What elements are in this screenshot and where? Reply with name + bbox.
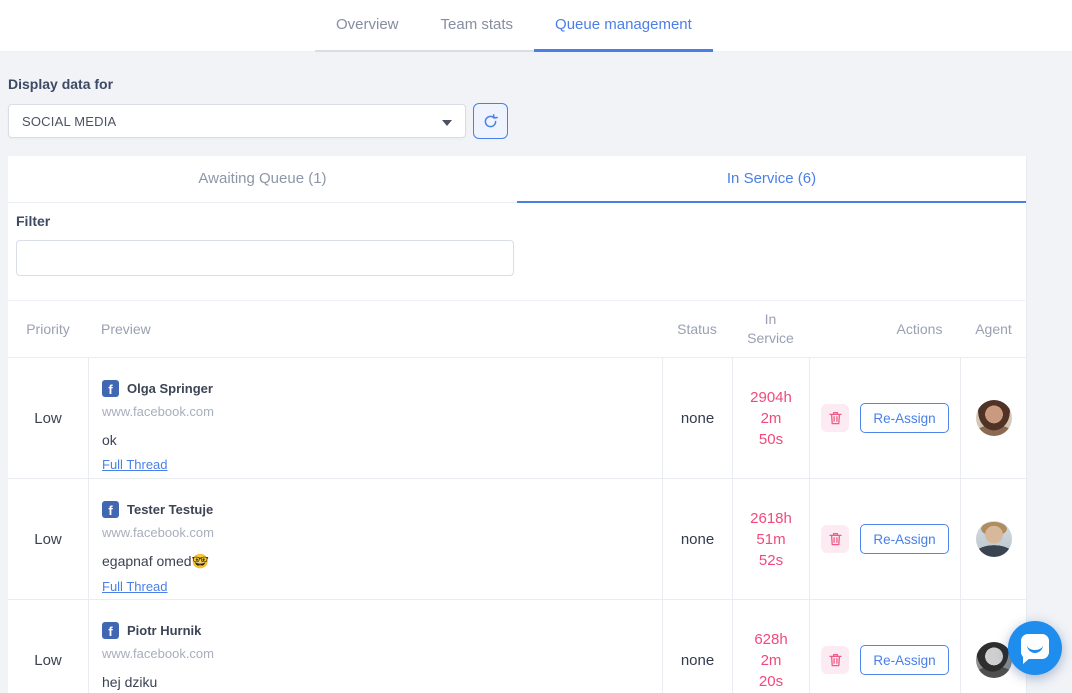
display-data-label: Display data for <box>8 76 114 92</box>
column-header-actions: Actions <box>896 321 943 337</box>
in-service-cell: 2618h 51m 52s <box>732 479 809 599</box>
top-navigation-bar: Overview Team stats Queue management <box>0 0 1072 52</box>
message-preview: ok <box>102 432 117 448</box>
message-preview: hej dziku <box>102 674 158 690</box>
queue-select-value: SOCIAL MEDIA <box>22 114 117 129</box>
queue-panel-tabs: Awaiting Queue (1) In Service (6) <box>8 156 1026 203</box>
source-url: www.facebook.com <box>102 525 214 540</box>
priority-cell: Low <box>34 651 62 669</box>
column-header-preview: Preview <box>101 321 151 337</box>
priority-cell: Low <box>34 530 62 548</box>
tab-team-stats[interactable]: Team stats <box>419 0 535 52</box>
tab-awaiting-queue[interactable]: Awaiting Queue (1) <box>8 156 517 203</box>
agent-avatar[interactable] <box>976 642 1012 678</box>
trash-icon <box>829 653 842 667</box>
tab-queue-management[interactable]: Queue management <box>534 0 713 52</box>
chevron-down-icon <box>442 120 452 126</box>
table-header: Priority Preview Status In Service Actio… <box>8 300 1027 358</box>
message-preview: egapnaf omed🤓 <box>102 553 209 569</box>
refresh-button[interactable] <box>473 103 508 139</box>
facebook-icon: f <box>102 622 119 639</box>
table-row: Low f Piotr Hurnik www.facebook.com hej … <box>8 600 1027 693</box>
customer-name: Tester Testuje <box>127 502 214 517</box>
actions-cell: Re-Assign <box>809 358 960 478</box>
actions-cell: Re-Assign <box>809 479 960 599</box>
trash-icon <box>829 532 842 546</box>
status-cell: none <box>662 600 732 693</box>
customer-name: Olga Springer <box>127 381 213 396</box>
facebook-icon: f <box>102 380 119 397</box>
trash-icon <box>829 411 842 425</box>
column-header-agent: Agent <box>975 321 1012 337</box>
delete-button[interactable] <box>821 525 850 553</box>
tab-in-service[interactable]: In Service (6) <box>517 156 1026 203</box>
queue-panel: Awaiting Queue (1) In Service (6) Filter… <box>8 156 1027 693</box>
refresh-icon <box>482 113 499 130</box>
agent-cell <box>960 358 1027 478</box>
tab-overview[interactable]: Overview <box>315 0 420 52</box>
table-row: Low f Tester Testuje www.facebook.com eg… <box>8 479 1027 600</box>
source-url: www.facebook.com <box>102 404 214 419</box>
agent-avatar[interactable] <box>976 521 1012 557</box>
customer-name: Piotr Hurnik <box>127 623 202 638</box>
filter-label: Filter <box>16 213 51 229</box>
table-row: Low f Olga Springer www.facebook.com ok … <box>8 358 1027 479</box>
chat-launcher-button[interactable] <box>1008 621 1062 675</box>
column-header-status: Status <box>677 321 717 337</box>
report-tabs: Overview Team stats Queue management <box>315 0 713 52</box>
reassign-button[interactable]: Re-Assign <box>860 645 949 675</box>
source-url: www.facebook.com <box>102 646 214 661</box>
full-thread-link[interactable]: Full Thread <box>102 457 168 472</box>
preview-cell: f Olga Springer www.facebook.com ok Full… <box>88 358 662 478</box>
actions-cell: Re-Assign <box>809 600 960 693</box>
facebook-icon: f <box>102 501 119 518</box>
queue-table: Priority Preview Status In Service Actio… <box>8 300 1027 693</box>
in-service-cell: 628h 2m 20s <box>732 600 809 693</box>
reassign-button[interactable]: Re-Assign <box>860 524 949 554</box>
queue-select[interactable]: SOCIAL MEDIA <box>8 104 466 138</box>
in-service-cell: 2904h 2m 50s <box>732 358 809 478</box>
column-header-in-service: In Service <box>747 311 794 346</box>
table-body: Low f Olga Springer www.facebook.com ok … <box>8 358 1027 693</box>
delete-button[interactable] <box>821 404 850 432</box>
status-cell: none <box>662 479 732 599</box>
preview-cell: f Piotr Hurnik www.facebook.com hej dzik… <box>88 600 662 693</box>
full-thread-link[interactable]: Full Thread <box>102 579 168 594</box>
queue-management-page: Overview Team stats Queue management Dis… <box>0 0 1072 693</box>
column-header-priority: Priority <box>26 321 70 337</box>
delete-button[interactable] <box>821 646 850 674</box>
chat-bubble-icon <box>1021 634 1049 664</box>
reassign-button[interactable]: Re-Assign <box>860 403 949 433</box>
filter-input[interactable] <box>16 240 514 276</box>
status-cell: none <box>662 358 732 478</box>
agent-cell <box>960 479 1027 599</box>
agent-avatar[interactable] <box>976 400 1012 436</box>
preview-cell: f Tester Testuje www.facebook.com egapna… <box>88 479 662 599</box>
priority-cell: Low <box>34 409 62 427</box>
